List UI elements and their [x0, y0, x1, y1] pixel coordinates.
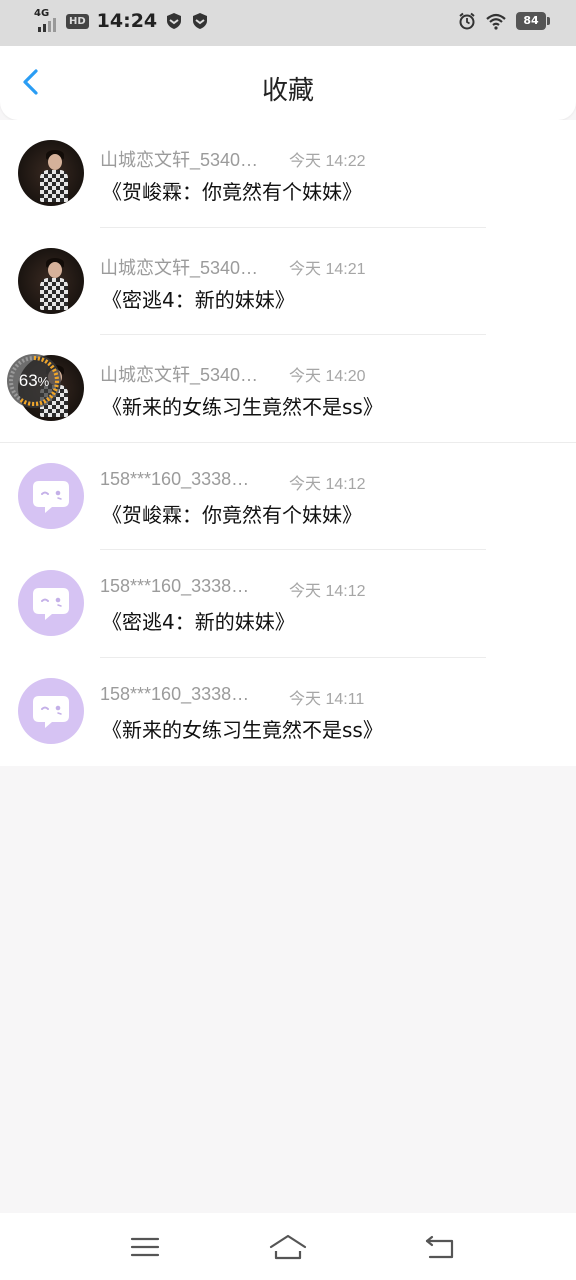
- progress-percent: 63%: [6, 353, 62, 409]
- timestamp: 今天 14:12: [289, 583, 366, 601]
- sender-name: 山城恋文轩_5340…: [100, 365, 259, 386]
- back-icon[interactable]: [422, 1231, 458, 1263]
- timestamp: 今天 14:12: [289, 475, 366, 493]
- home-icon[interactable]: [268, 1231, 308, 1263]
- status-time: 14:24: [96, 10, 158, 32]
- favorite-title: 《密逃4：新的妹妹》: [102, 287, 295, 312]
- alarm-icon: [459, 12, 475, 30]
- page-title: 收藏: [261, 76, 314, 106]
- progress-unit: %: [37, 374, 50, 389]
- shield-icon: [167, 13, 182, 29]
- page-header: 收藏: [0, 46, 576, 120]
- list-item[interactable]: 158***160_3338… 今天 14:11 《新来的女练习生竟然不是ss》: [0, 658, 576, 766]
- status-right: 84: [458, 12, 550, 30]
- timestamp: 今天 14:21: [289, 260, 366, 278]
- battery-indicator: 84: [516, 12, 550, 30]
- favorite-title: 《贺峻霖：你竟然有个妹妹》: [102, 180, 362, 204]
- list-item[interactable]: 山城恋文轩_5340… 今天 14:20 《新来的女练习生竟然不是ss》: [0, 335, 576, 443]
- sender-name: 158***160_3338…: [100, 468, 250, 489]
- list-item[interactable]: 158***160_3338… 今天 14:12 《密逃4：新的妹妹》: [0, 550, 576, 658]
- favorites-list: 山城恋文轩_5340… 今天 14:22 《贺峻霖：你竟然有个妹妹》 山城恋文轩…: [0, 120, 576, 766]
- timestamp: 今天 14:11: [289, 690, 365, 708]
- timestamp: 今天 14:20: [289, 368, 366, 386]
- chat-bot-icon: [33, 480, 69, 513]
- favorite-title: 《新来的女练习生竟然不是ss》: [102, 395, 383, 420]
- list-item[interactable]: 山城恋文轩_5340… 今天 14:22 《贺峻霖：你竟然有个妹妹》: [0, 120, 576, 228]
- favorite-title: 《贺峻霖：你竟然有个妹妹》: [102, 502, 362, 527]
- progress-value: 63: [18, 371, 38, 390]
- wifi-icon: [486, 13, 506, 30]
- signal-icon: 4G: [34, 8, 58, 32]
- shield-icon: [193, 13, 208, 29]
- chat-bot-icon: [33, 695, 69, 728]
- favorite-title: 《密逃4：新的妹妹》: [102, 610, 295, 635]
- favorite-title: 《新来的女练习生竟然不是ss》: [102, 717, 383, 742]
- avatar: [18, 677, 84, 744]
- timestamp: 今天 14:22: [289, 153, 366, 170]
- chat-bot-icon: [33, 588, 69, 621]
- sender-name: 158***160_3338…: [100, 683, 250, 704]
- sender-name: 山城恋文轩_5340…: [100, 257, 259, 278]
- avatar: [18, 247, 84, 314]
- list-item[interactable]: 158***160_3338… 今天 14:12 《贺峻霖：你竟然有个妹妹》: [0, 443, 576, 551]
- status-left: 4G HD 14:24: [34, 8, 209, 32]
- sender-name: 158***160_3338…: [100, 576, 250, 597]
- system-nav-bar: [0, 1213, 576, 1280]
- menu-icon[interactable]: [127, 1231, 163, 1263]
- sender-name: 山城恋文轩_5340…: [100, 150, 259, 170]
- avatar: [18, 570, 84, 637]
- list-item[interactable]: 山城恋文轩_5340… 今天 14:21 《密逃4：新的妹妹》: [0, 228, 576, 336]
- hd-badge: HD: [66, 13, 89, 29]
- status-bar: 4G HD 14:24 84: [0, 0, 576, 46]
- avatar: [18, 140, 84, 206]
- avatar: [18, 462, 84, 529]
